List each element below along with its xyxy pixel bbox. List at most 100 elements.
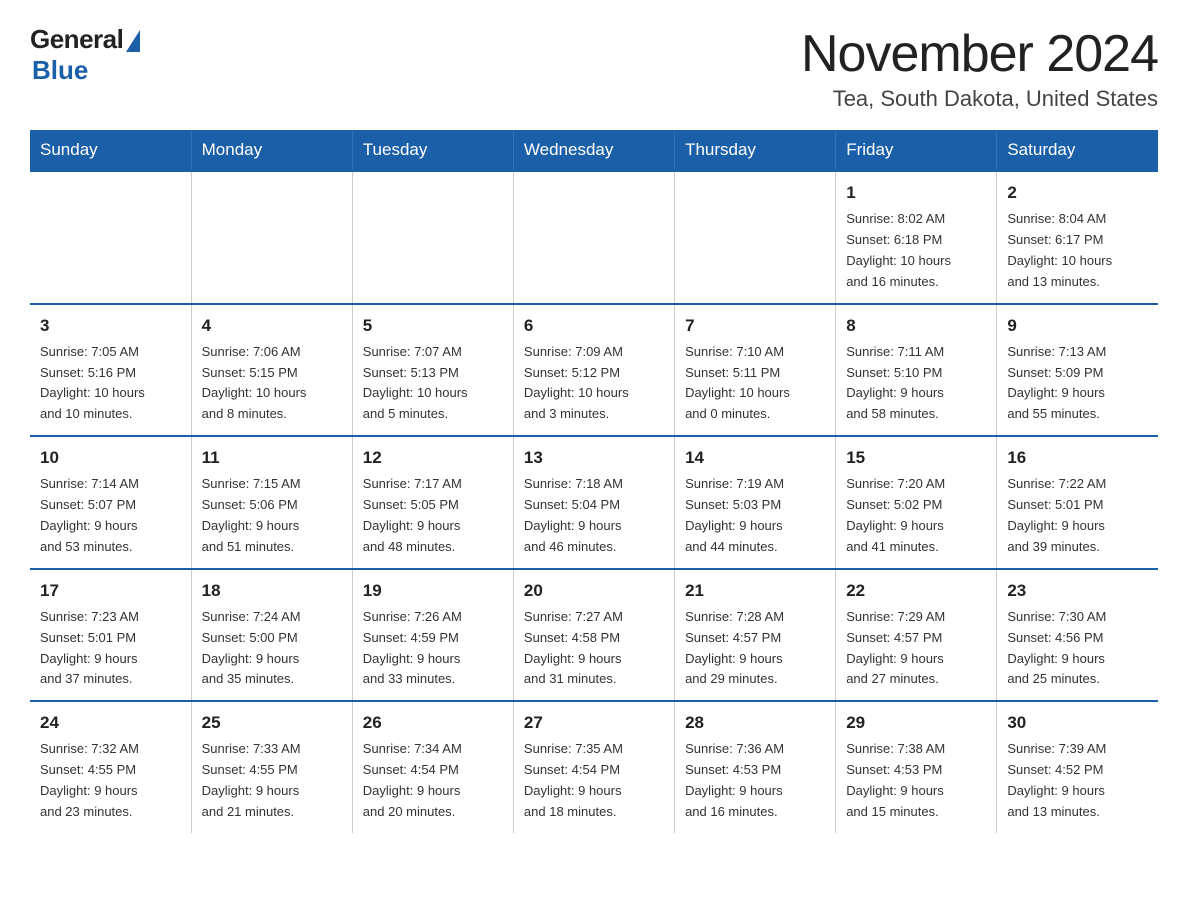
day-number: 13 [524, 445, 664, 471]
calendar-cell: 29 Sunrise: 7:38 AM Sunset: 4:53 PM Dayli… [836, 701, 997, 833]
calendar-week-row: 17 Sunrise: 7:23 AM Sunset: 5:01 PM Dayli… [30, 569, 1158, 702]
calendar-cell: 27Sunrise: 7:35 AM Sunset: 4:54 PM Dayli… [513, 701, 674, 833]
day-number: 25 [202, 710, 342, 736]
day-info: Sunrise: 7:13 AM Sunset: 5:09 PM Dayligh… [1007, 342, 1148, 425]
day-number: 29 [846, 710, 986, 736]
day-info: Sunrise: 7:17 AM Sunset: 5:05 PM Dayligh… [363, 474, 503, 557]
day-info: Sunrise: 7:38 AM Sunset: 4:53 PM Dayligh… [846, 739, 986, 822]
calendar-cell: 14 Sunrise: 7:19 AM Sunset: 5:03 PM Dayli… [675, 436, 836, 569]
title-area: November 2024 Tea, South Dakota, United … [801, 24, 1158, 112]
weekday-header-saturday: Saturday [997, 130, 1158, 171]
calendar-week-row: 10 Sunrise: 7:14 AM Sunset: 5:07 PM Dayli… [30, 436, 1158, 569]
day-number: 7 [685, 313, 825, 339]
logo-general-text: General [30, 24, 123, 55]
day-number: 22 [846, 578, 986, 604]
calendar-cell: 10 Sunrise: 7:14 AM Sunset: 5:07 PM Dayli… [30, 436, 191, 569]
calendar-cell: 1 Sunrise: 8:02 AM Sunset: 6:18 PM Daylig… [836, 171, 997, 304]
day-info: Sunrise: 7:29 AM Sunset: 4:57 PM Dayligh… [846, 607, 986, 690]
weekday-header-sunday: Sunday [30, 130, 191, 171]
day-info: Sunrise: 7:18 AM Sunset: 5:04 PM Dayligh… [524, 474, 664, 557]
day-info: Sunrise: 7:06 AM Sunset: 5:15 PM Dayligh… [202, 342, 342, 425]
calendar-week-row: 3Sunrise: 7:05 AM Sunset: 5:16 PM Daylig… [30, 304, 1158, 437]
day-number: 11 [202, 445, 342, 471]
weekday-header-thursday: Thursday [675, 130, 836, 171]
calendar-cell: 8Sunrise: 7:11 AM Sunset: 5:10 PM Daylig… [836, 304, 997, 437]
day-number: 24 [40, 710, 181, 736]
day-number: 1 [846, 180, 986, 206]
calendar-cell: 11 Sunrise: 7:15 AM Sunset: 5:06 PM Dayli… [191, 436, 352, 569]
day-info: Sunrise: 7:34 AM Sunset: 4:54 PM Dayligh… [363, 739, 503, 822]
day-number: 6 [524, 313, 664, 339]
calendar-cell: 7 Sunrise: 7:10 AM Sunset: 5:11 PM Daylig… [675, 304, 836, 437]
calendar-table: SundayMondayTuesdayWednesdayThursdayFrid… [30, 130, 1158, 833]
day-number: 17 [40, 578, 181, 604]
day-info: Sunrise: 7:09 AM Sunset: 5:12 PM Dayligh… [524, 342, 664, 425]
day-info: Sunrise: 7:10 AM Sunset: 5:11 PM Dayligh… [685, 342, 825, 425]
day-number: 30 [1007, 710, 1148, 736]
day-info: Sunrise: 7:23 AM Sunset: 5:01 PM Dayligh… [40, 607, 181, 690]
day-info: Sunrise: 7:39 AM Sunset: 4:52 PM Dayligh… [1007, 739, 1148, 822]
day-number: 5 [363, 313, 503, 339]
calendar-cell: 22 Sunrise: 7:29 AM Sunset: 4:57 PM Dayli… [836, 569, 997, 702]
day-info: Sunrise: 7:05 AM Sunset: 5:16 PM Dayligh… [40, 342, 181, 425]
page: General Blue November 2024 Tea, South Da… [0, 0, 1188, 863]
calendar-cell: 24 Sunrise: 7:32 AM Sunset: 4:55 PM Dayli… [30, 701, 191, 833]
day-info: Sunrise: 7:30 AM Sunset: 4:56 PM Dayligh… [1007, 607, 1148, 690]
day-number: 26 [363, 710, 503, 736]
calendar-cell: 6 Sunrise: 7:09 AM Sunset: 5:12 PM Daylig… [513, 304, 674, 437]
day-info: Sunrise: 7:36 AM Sunset: 4:53 PM Dayligh… [685, 739, 825, 822]
day-info: Sunrise: 7:07 AM Sunset: 5:13 PM Dayligh… [363, 342, 503, 425]
logo-blue-text: Blue [32, 55, 88, 86]
weekday-header-friday: Friday [836, 130, 997, 171]
day-number: 18 [202, 578, 342, 604]
calendar-cell: 2 Sunrise: 8:04 AM Sunset: 6:17 PM Daylig… [997, 171, 1158, 304]
day-info: Sunrise: 7:27 AM Sunset: 4:58 PM Dayligh… [524, 607, 664, 690]
calendar-subtitle: Tea, South Dakota, United States [801, 86, 1158, 112]
weekday-header-row: SundayMondayTuesdayWednesdayThursdayFrid… [30, 130, 1158, 171]
calendar-cell: 18 Sunrise: 7:24 AM Sunset: 5:00 PM Dayli… [191, 569, 352, 702]
day-number: 16 [1007, 445, 1148, 471]
calendar-cell: 4Sunrise: 7:06 AM Sunset: 5:15 PM Daylig… [191, 304, 352, 437]
day-number: 14 [685, 445, 825, 471]
calendar-cell: 13 Sunrise: 7:18 AM Sunset: 5:04 PM Dayli… [513, 436, 674, 569]
weekday-header-wednesday: Wednesday [513, 130, 674, 171]
day-info: Sunrise: 7:28 AM Sunset: 4:57 PM Dayligh… [685, 607, 825, 690]
calendar-week-row: 24 Sunrise: 7:32 AM Sunset: 4:55 PM Dayli… [30, 701, 1158, 833]
day-number: 10 [40, 445, 181, 471]
day-info: Sunrise: 8:02 AM Sunset: 6:18 PM Dayligh… [846, 209, 986, 292]
calendar-week-row: 1 Sunrise: 8:02 AM Sunset: 6:18 PM Daylig… [30, 171, 1158, 304]
calendar-cell: 9 Sunrise: 7:13 AM Sunset: 5:09 PM Daylig… [997, 304, 1158, 437]
weekday-header-tuesday: Tuesday [352, 130, 513, 171]
day-info: Sunrise: 8:04 AM Sunset: 6:17 PM Dayligh… [1007, 209, 1148, 292]
day-info: Sunrise: 7:22 AM Sunset: 5:01 PM Dayligh… [1007, 474, 1148, 557]
day-info: Sunrise: 7:14 AM Sunset: 5:07 PM Dayligh… [40, 474, 181, 557]
day-info: Sunrise: 7:24 AM Sunset: 5:00 PM Dayligh… [202, 607, 342, 690]
calendar-cell [30, 171, 191, 304]
calendar-cell [675, 171, 836, 304]
calendar-cell: 30 Sunrise: 7:39 AM Sunset: 4:52 PM Dayli… [997, 701, 1158, 833]
calendar-cell [513, 171, 674, 304]
day-number: 15 [846, 445, 986, 471]
calendar-cell: 17 Sunrise: 7:23 AM Sunset: 5:01 PM Dayli… [30, 569, 191, 702]
calendar-cell: 20Sunrise: 7:27 AM Sunset: 4:58 PM Dayli… [513, 569, 674, 702]
day-info: Sunrise: 7:15 AM Sunset: 5:06 PM Dayligh… [202, 474, 342, 557]
logo-triangle-icon [126, 30, 140, 52]
calendar-cell: 12Sunrise: 7:17 AM Sunset: 5:05 PM Dayli… [352, 436, 513, 569]
calendar-cell: 23Sunrise: 7:30 AM Sunset: 4:56 PM Dayli… [997, 569, 1158, 702]
day-number: 8 [846, 313, 986, 339]
day-number: 21 [685, 578, 825, 604]
day-number: 9 [1007, 313, 1148, 339]
calendar-cell: 21 Sunrise: 7:28 AM Sunset: 4:57 PM Dayli… [675, 569, 836, 702]
calendar-cell: 19Sunrise: 7:26 AM Sunset: 4:59 PM Dayli… [352, 569, 513, 702]
day-number: 2 [1007, 180, 1148, 206]
day-info: Sunrise: 7:19 AM Sunset: 5:03 PM Dayligh… [685, 474, 825, 557]
day-info: Sunrise: 7:32 AM Sunset: 4:55 PM Dayligh… [40, 739, 181, 822]
day-number: 19 [363, 578, 503, 604]
calendar-cell: 25Sunrise: 7:33 AM Sunset: 4:55 PM Dayli… [191, 701, 352, 833]
day-info: Sunrise: 7:35 AM Sunset: 4:54 PM Dayligh… [524, 739, 664, 822]
calendar-cell: 28Sunrise: 7:36 AM Sunset: 4:53 PM Dayli… [675, 701, 836, 833]
calendar-cell [191, 171, 352, 304]
calendar-cell: 3Sunrise: 7:05 AM Sunset: 5:16 PM Daylig… [30, 304, 191, 437]
calendar-body: 1 Sunrise: 8:02 AM Sunset: 6:18 PM Daylig… [30, 171, 1158, 833]
calendar-header: SundayMondayTuesdayWednesdayThursdayFrid… [30, 130, 1158, 171]
